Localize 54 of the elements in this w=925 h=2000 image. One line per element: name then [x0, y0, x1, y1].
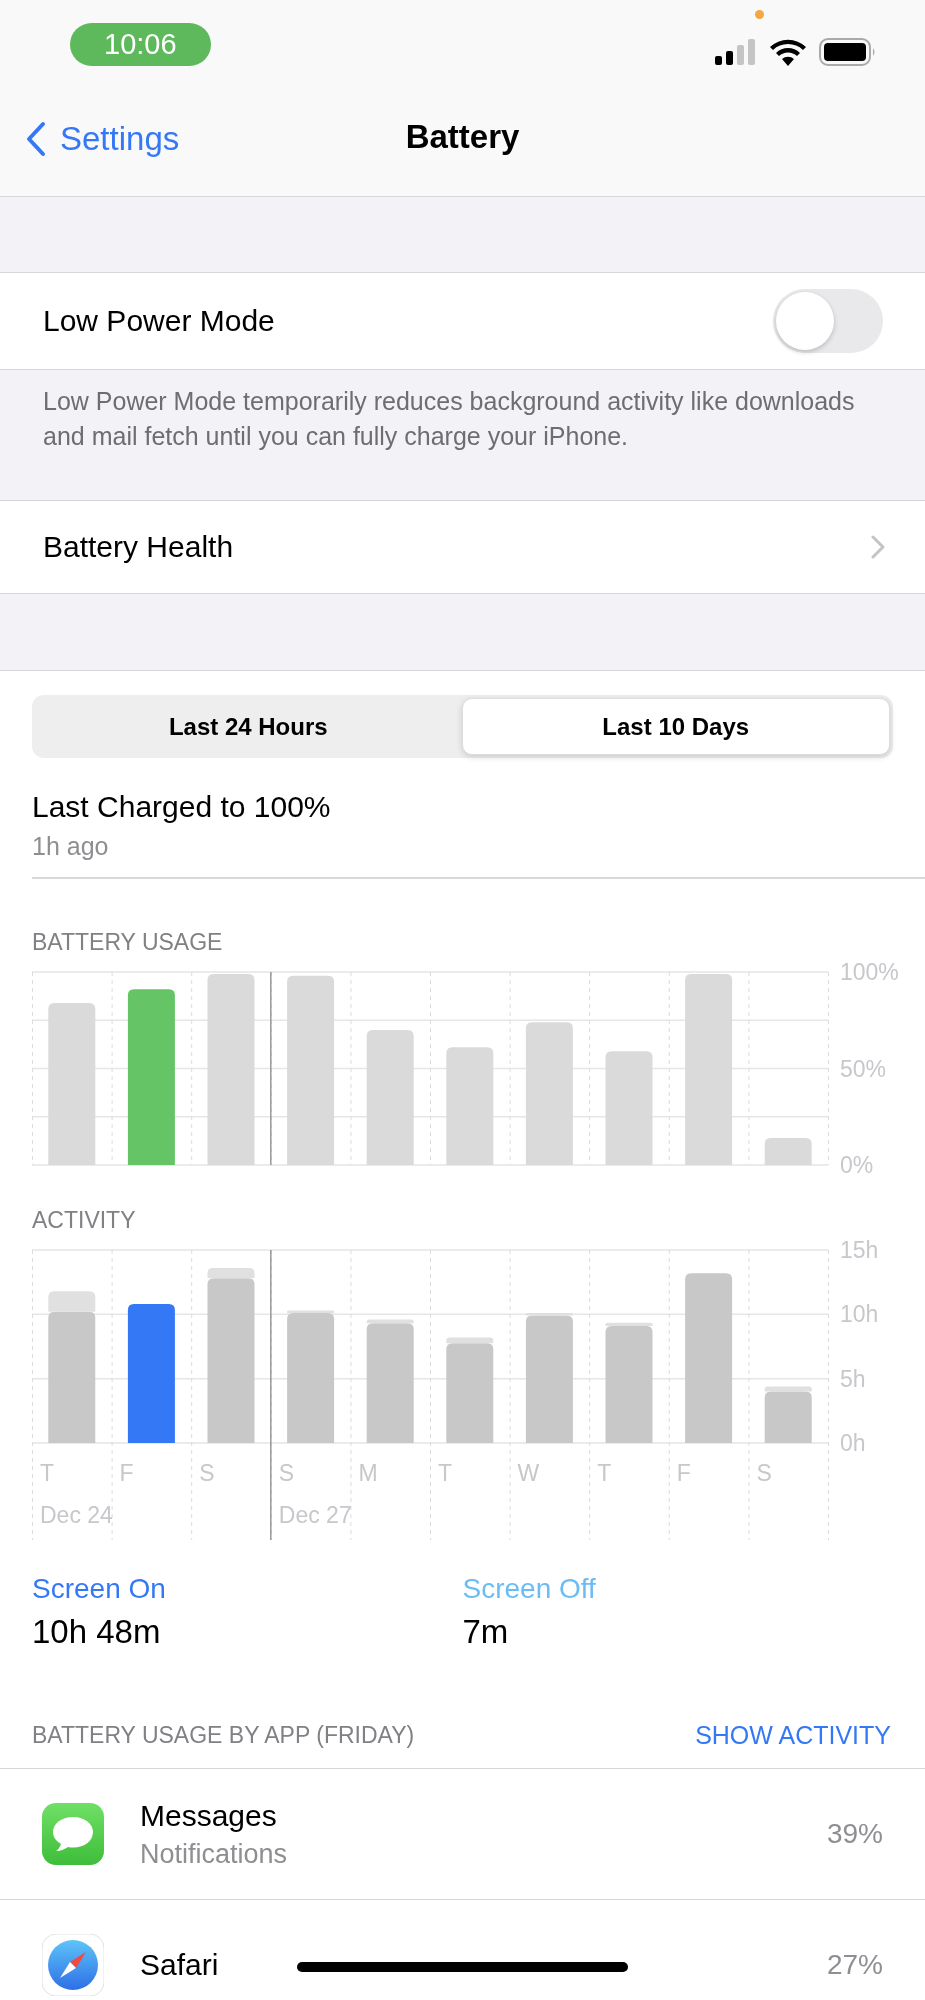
total-label: Screen Off	[462, 1572, 596, 1605]
section-heading: BATTERY USAGE BY APP (FRIDAY)	[32, 1721, 415, 1749]
total-value: 10h 48m	[32, 1612, 161, 1651]
axis-label: 100%	[840, 961, 899, 985]
show-activity-link[interactable]: SHOW ACTIVITY	[695, 1720, 891, 1750]
speech-bubble-icon	[42, 1803, 104, 1865]
app-row[interactable]: Messages Notifications 39%	[0, 1769, 925, 1900]
axis-label: 5h	[840, 1365, 866, 1392]
axis-label: T	[438, 1459, 453, 1486]
chevron-right-icon	[871, 535, 885, 559]
axis-label: 50%	[840, 1055, 887, 1081]
row-label: Low Power Mode	[43, 304, 275, 338]
axis-label: F	[676, 1459, 691, 1486]
axis-label: S	[756, 1459, 772, 1486]
axis-label: S	[278, 1459, 295, 1486]
total-label: Screen On	[32, 1572, 166, 1605]
battery-icon	[819, 38, 877, 66]
axis-label: W	[517, 1459, 540, 1486]
last-charged-title: Last Charged to 100%	[32, 790, 331, 824]
compass-icon	[42, 1934, 104, 1996]
app-name: Messages	[140, 1798, 277, 1833]
axis-label: M	[358, 1459, 378, 1486]
axis-label: 0h	[840, 1429, 866, 1456]
usage-percent: 27%	[826, 1949, 883, 1981]
axis-label: F	[119, 1459, 134, 1486]
page-title: Battery	[405, 118, 520, 156]
app-detail: Notifications	[140, 1838, 288, 1870]
axis-label: T	[597, 1459, 612, 1486]
battery-health-row[interactable]: Battery Health	[0, 500, 925, 594]
chevron-left-icon	[26, 121, 46, 157]
axis-label: 10h	[840, 1300, 879, 1327]
chart-heading: BATTERY USAGE	[31, 927, 224, 956]
privacy-dot-icon	[755, 10, 764, 19]
axis-label: 0%	[840, 1151, 874, 1177]
wifi-icon	[769, 38, 807, 66]
back-label: Settings	[60, 120, 180, 158]
status-time: 10:06	[70, 22, 211, 66]
usage-percent: 39%	[826, 1818, 883, 1850]
signal-icon	[715, 39, 757, 65]
back-button[interactable]: Settings	[0, 120, 180, 158]
segment-tab[interactable]: Last 10 Days	[461, 698, 890, 755]
segment-tab[interactable]: Last 24 Hours	[35, 698, 462, 755]
last-charged-time: 1h ago	[32, 832, 109, 861]
axis-label: S	[199, 1459, 215, 1486]
date-label: Dec 24	[40, 1501, 113, 1528]
row-label: Battery Health	[43, 530, 234, 564]
chart-heading: ACTIVITY	[31, 1205, 137, 1234]
date-label: Dec 27	[278, 1501, 352, 1528]
axis-label: T	[40, 1459, 55, 1486]
toggle-switch[interactable]	[773, 289, 883, 353]
axis-label: 15h	[840, 1239, 879, 1263]
total-value: 7m	[462, 1612, 509, 1651]
footer-note: Low Power Mode temporarily reduces background activity like downloads and mail fetch until you can fully charge your iPhone.	[42, 386, 856, 452]
app-name: Safari	[140, 1948, 219, 1982]
